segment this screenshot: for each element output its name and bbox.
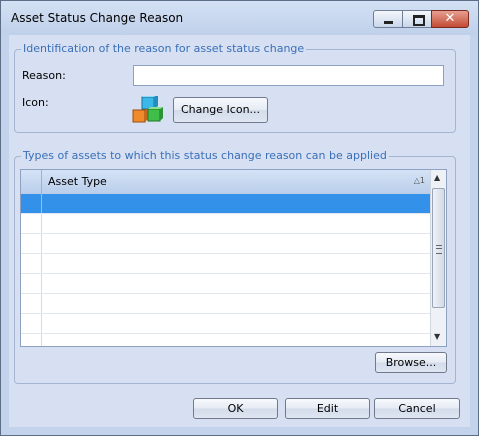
asset-type-grid[interactable]: Asset Type △1 ▲ ▼ (20, 169, 447, 347)
reason-label: Reason: (22, 69, 66, 82)
table-row[interactable] (21, 194, 430, 214)
row-indicator (21, 334, 42, 346)
row-indicator (21, 194, 42, 213)
ok-button[interactable]: OK (193, 398, 278, 419)
window-title: Asset Status Change Reason (11, 11, 184, 25)
row-indicator (21, 274, 42, 293)
minimize-button[interactable] (373, 10, 403, 28)
browse-button[interactable]: Browse... (375, 352, 447, 373)
scroll-down-icon[interactable]: ▼ (434, 332, 440, 341)
table-row[interactable] (21, 294, 430, 314)
close-button[interactable]: ✕ (431, 10, 469, 28)
cancel-button[interactable]: Cancel (374, 398, 460, 419)
row-indicator (21, 234, 42, 253)
row-indicator (21, 214, 42, 233)
table-row[interactable] (21, 334, 430, 346)
table-row[interactable] (21, 314, 430, 334)
dialog-content: Identification of the reason for asset s… (9, 35, 470, 427)
table-row[interactable] (21, 254, 430, 274)
row-indicator (21, 314, 42, 333)
grip-icon (436, 245, 442, 254)
grid-header: Asset Type △1 (21, 170, 430, 195)
table-row[interactable] (21, 214, 430, 234)
icon-label: Icon: (22, 96, 49, 109)
row-indicator (21, 254, 42, 273)
table-row[interactable] (21, 234, 430, 254)
identification-group: Identification of the reason for asset s… (14, 42, 456, 133)
dialog-window: Asset Status Change Reason ✕ Identificat… (0, 0, 479, 436)
table-row[interactable] (21, 274, 430, 294)
identification-group-caption: Identification of the reason for asset s… (21, 42, 307, 55)
colored-cubes-icon (132, 96, 163, 123)
column-header-asset-type[interactable]: Asset Type (48, 175, 107, 188)
row-indicator-header (21, 170, 42, 194)
change-icon-button[interactable]: Change Icon... (173, 97, 268, 123)
reason-input[interactable] (133, 65, 444, 86)
row-indicator (21, 294, 42, 313)
close-icon: ✕ (444, 11, 456, 26)
scrollbar-thumb[interactable] (432, 188, 445, 308)
vertical-scrollbar[interactable]: ▲ ▼ (430, 170, 446, 346)
maximize-button[interactable] (402, 10, 432, 28)
sort-ascending-icon: △1 (413, 176, 425, 185)
scroll-up-icon[interactable]: ▲ (434, 173, 440, 182)
title-bar[interactable]: Asset Status Change Reason ✕ (1, 1, 478, 35)
edit-button[interactable]: Edit (285, 398, 370, 419)
asset-types-group-caption: Types of assets to which this status cha… (21, 149, 389, 162)
